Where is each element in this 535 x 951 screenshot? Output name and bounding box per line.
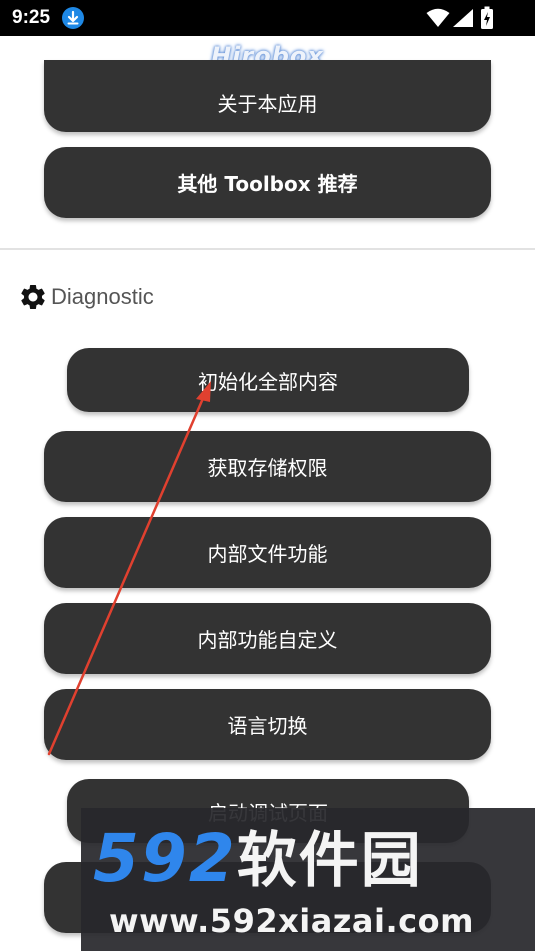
- screen: 9:25 Hirobox 关于本应用 其他 Toolbox 推荐 Diagnos…: [0, 0, 535, 951]
- watermark: 592软件园 www.592xiazai.com: [81, 808, 535, 951]
- status-bar: 9:25: [0, 0, 535, 36]
- storage-permission-button[interactable]: 获取存储权限: [44, 431, 491, 502]
- status-time: 9:25: [12, 7, 51, 28]
- signal-icon: [453, 9, 473, 27]
- language-switch-button[interactable]: 语言切换: [44, 689, 491, 760]
- init-all-button[interactable]: 初始化全部内容: [67, 348, 469, 412]
- battery-charging-icon: [481, 6, 493, 29]
- watermark-cn: 软件园: [236, 826, 423, 896]
- about-app-button[interactable]: 关于本应用: [44, 60, 491, 132]
- toolbox-recommend-button[interactable]: 其他 Toolbox 推荐: [44, 147, 491, 218]
- gear-icon: [21, 285, 45, 309]
- section-divider: [0, 248, 535, 250]
- watermark-number: 592: [93, 820, 237, 897]
- diagnostic-title: Diagnostic: [51, 284, 154, 309]
- watermark-logo: 592软件园: [93, 824, 423, 897]
- internal-files-button[interactable]: 内部文件功能: [44, 517, 491, 588]
- download-icon: [62, 7, 84, 29]
- watermark-url: www.592xiazai.com: [109, 902, 474, 940]
- wifi-icon: [426, 8, 450, 27]
- custom-functions-button[interactable]: 内部功能自定义: [44, 603, 491, 674]
